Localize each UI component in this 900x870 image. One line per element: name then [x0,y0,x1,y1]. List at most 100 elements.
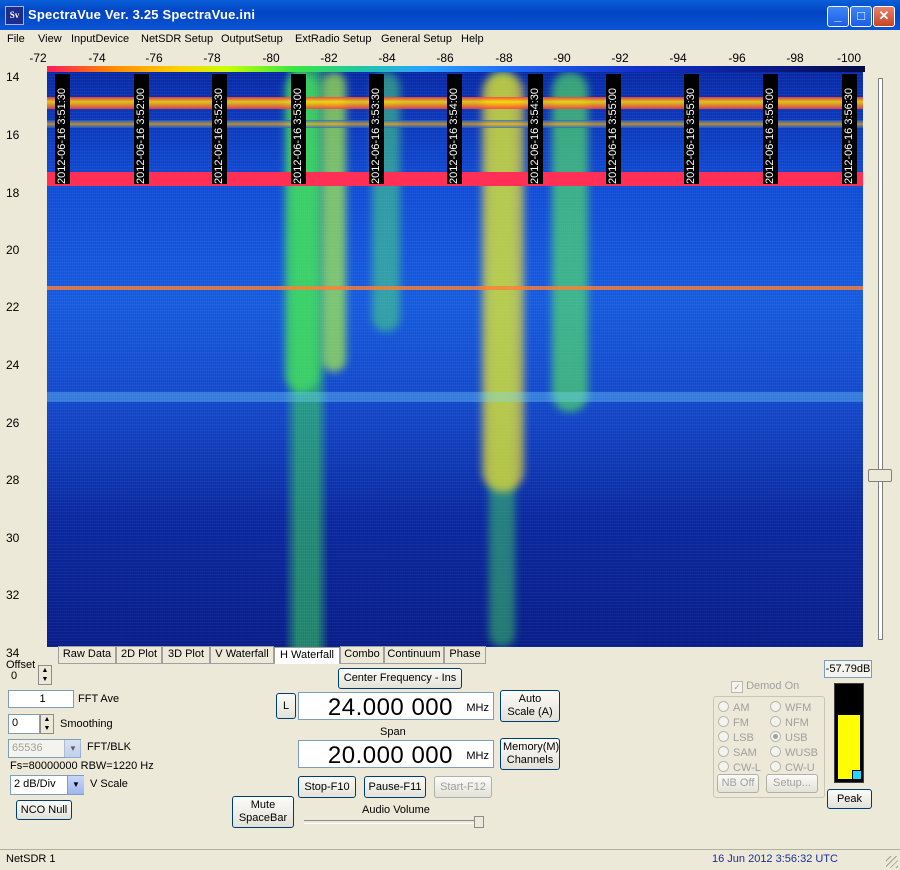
center-frequency-button[interactable]: Center Frequency - Ins [338,668,462,689]
radio-label: CW-L [733,762,761,774]
radio-cw-l[interactable]: CW-L [718,761,761,774]
fft-blk-label: FFT/BLK [87,741,132,753]
color-scale-tick: -76 [145,51,163,65]
smoothing-label: Smoothing [60,718,113,730]
radio-label: LSB [733,732,754,744]
radio-label: NFM [785,717,809,729]
demod-checkbox[interactable]: ✓ Demod On [731,680,799,693]
radio-nfm[interactable]: NFM [770,716,809,729]
frequency-axis: 14 16 18 20 22 24 26 28 30 32 34 [0,70,47,660]
timestamp-label: 2012-06-16 3:52:00 [134,74,149,184]
tab-phase[interactable]: Phase [444,646,486,664]
radio-icon [770,701,781,712]
menu-view[interactable]: View [38,33,62,45]
tab-combo[interactable]: Combo [340,646,384,664]
tab-continuum[interactable]: Continuum [384,646,444,664]
interference-band [47,392,863,402]
span-field[interactable]: 20.000 000 MHz [298,740,494,769]
status-bar: NetSDR 1 16 Jun 2012 3:56:32 UTC [0,849,900,870]
chevron-down-icon[interactable]: ▼ [64,740,81,758]
radio-lsb[interactable]: LSB [718,731,754,744]
l-button[interactable]: L [276,693,296,719]
radio-sam[interactable]: SAM [718,746,757,759]
chevron-down-icon[interactable]: ▼ [67,776,84,794]
color-scale-tick: -82 [320,51,338,65]
radio-label: AM [733,702,750,714]
color-scale-tick: -94 [669,51,687,65]
nco-null-button[interactable]: NCO Null [16,800,72,820]
menu-extradio-setup[interactable]: ExtRadio Setup [295,33,371,45]
center-frequency-field[interactable]: 24.000 000 MHz [298,692,494,721]
frequency-tick: 22 [6,300,20,314]
color-scale-tick: -74 [88,51,106,65]
timestamp-label: 2012-06-16 3:51:30 [55,74,70,184]
nb-off-button[interactable]: NB Off [717,774,759,793]
radio-wusb[interactable]: WUSB [770,746,818,759]
maximize-button[interactable]: □ [850,6,872,27]
range-slider-thumb[interactable] [868,469,892,482]
memory-channels-button[interactable]: Memory(M) Channels [500,738,560,770]
radio-icon [770,746,781,757]
tab-v-waterfall[interactable]: V Waterfall [210,646,274,664]
signal-meter-marker [852,770,862,780]
color-scale-tick: -96 [728,51,746,65]
radio-wfm[interactable]: WFM [770,701,811,714]
tab-3d-plot[interactable]: 3D Plot [162,646,210,664]
offset-stepper[interactable]: ▲ ▼ [38,665,52,685]
close-button[interactable]: ✕ [873,6,895,27]
color-scale-tick: -92 [611,51,629,65]
radio-icon [718,701,729,712]
smoothing-field[interactable]: 0 [8,714,40,734]
resize-grip-icon[interactable] [886,856,898,868]
menu-netsdr-setup[interactable]: NetSDR Setup [141,33,213,45]
audio-volume-thumb[interactable] [474,816,484,828]
menu-general-setup[interactable]: General Setup [381,33,452,45]
color-scale-tick: -98 [786,51,804,65]
radio-usb[interactable]: USB [770,731,808,744]
menu-file[interactable]: File [7,33,25,45]
range-slider[interactable] [865,70,895,648]
frequency-tick: 32 [6,588,20,602]
demod-setup-button[interactable]: Setup... [766,774,818,793]
audio-volume-slider[interactable] [304,820,484,824]
timestamp-label: 2012-06-16 3:55:00 [606,74,621,184]
frequency-tick: 16 [6,128,20,142]
menu-help[interactable]: Help [461,33,484,45]
start-button[interactable]: Start-F12 [434,776,492,798]
frequency-tick: 28 [6,473,20,487]
radio-am[interactable]: AM [718,701,750,714]
interference-band [47,286,863,290]
radio-icon [718,731,729,742]
demod-checkbox-label: Demod On [746,680,800,692]
waterfall-display[interactable]: 2012-06-16 3:51:30 2012-06-16 3:52:00 20… [47,72,863,647]
radio-fm[interactable]: FM [718,716,749,729]
tab-2d-plot[interactable]: 2D Plot [116,646,162,664]
signal-meter [834,683,864,783]
menu-outputsetup[interactable]: OutputSetup [221,33,283,45]
app-icon[interactable]: Sv [5,6,24,25]
mute-button[interactable]: Mute SpaceBar [232,796,294,828]
timestamp-label: 2012-06-16 3:53:30 [369,74,384,184]
range-slider-track[interactable] [878,78,883,640]
tab-raw-data[interactable]: Raw Data [58,646,116,664]
check-icon: ✓ [731,681,743,693]
timestamp-label: 2012-06-16 3:55:30 [684,74,699,184]
stop-button[interactable]: Stop-F10 [298,776,356,798]
menu-bar: File View InputDevice NetSDR Setup Outpu… [0,30,900,49]
title-bar[interactable]: Sv SpectraVue Ver. 3.25 SpectraVue.ini _… [0,0,900,30]
tab-h-waterfall[interactable]: H Waterfall [274,647,340,664]
peak-button[interactable]: Peak [827,789,872,809]
fft-ave-field[interactable]: 1 [8,690,74,708]
pause-button[interactable]: Pause-F11 [364,776,426,798]
radio-cw-u[interactable]: CW-U [770,761,815,774]
auto-scale-button[interactable]: Auto Scale (A) [500,690,560,722]
status-device: NetSDR 1 [6,853,56,865]
minimize-button[interactable]: _ [827,6,849,27]
main-window: Sv SpectraVue Ver. 3.25 SpectraVue.ini _… [0,0,900,870]
smoothing-stepper[interactable]: ▲ ▼ [40,714,54,734]
menu-inputdevice[interactable]: InputDevice [71,33,129,45]
timestamp-row: 2012-06-16 3:51:30 2012-06-16 3:52:00 20… [47,72,863,184]
color-scale-tick: -80 [262,51,280,65]
status-datetime: 16 Jun 2012 3:56:32 UTC [712,853,838,865]
span-label: Span [380,726,406,738]
